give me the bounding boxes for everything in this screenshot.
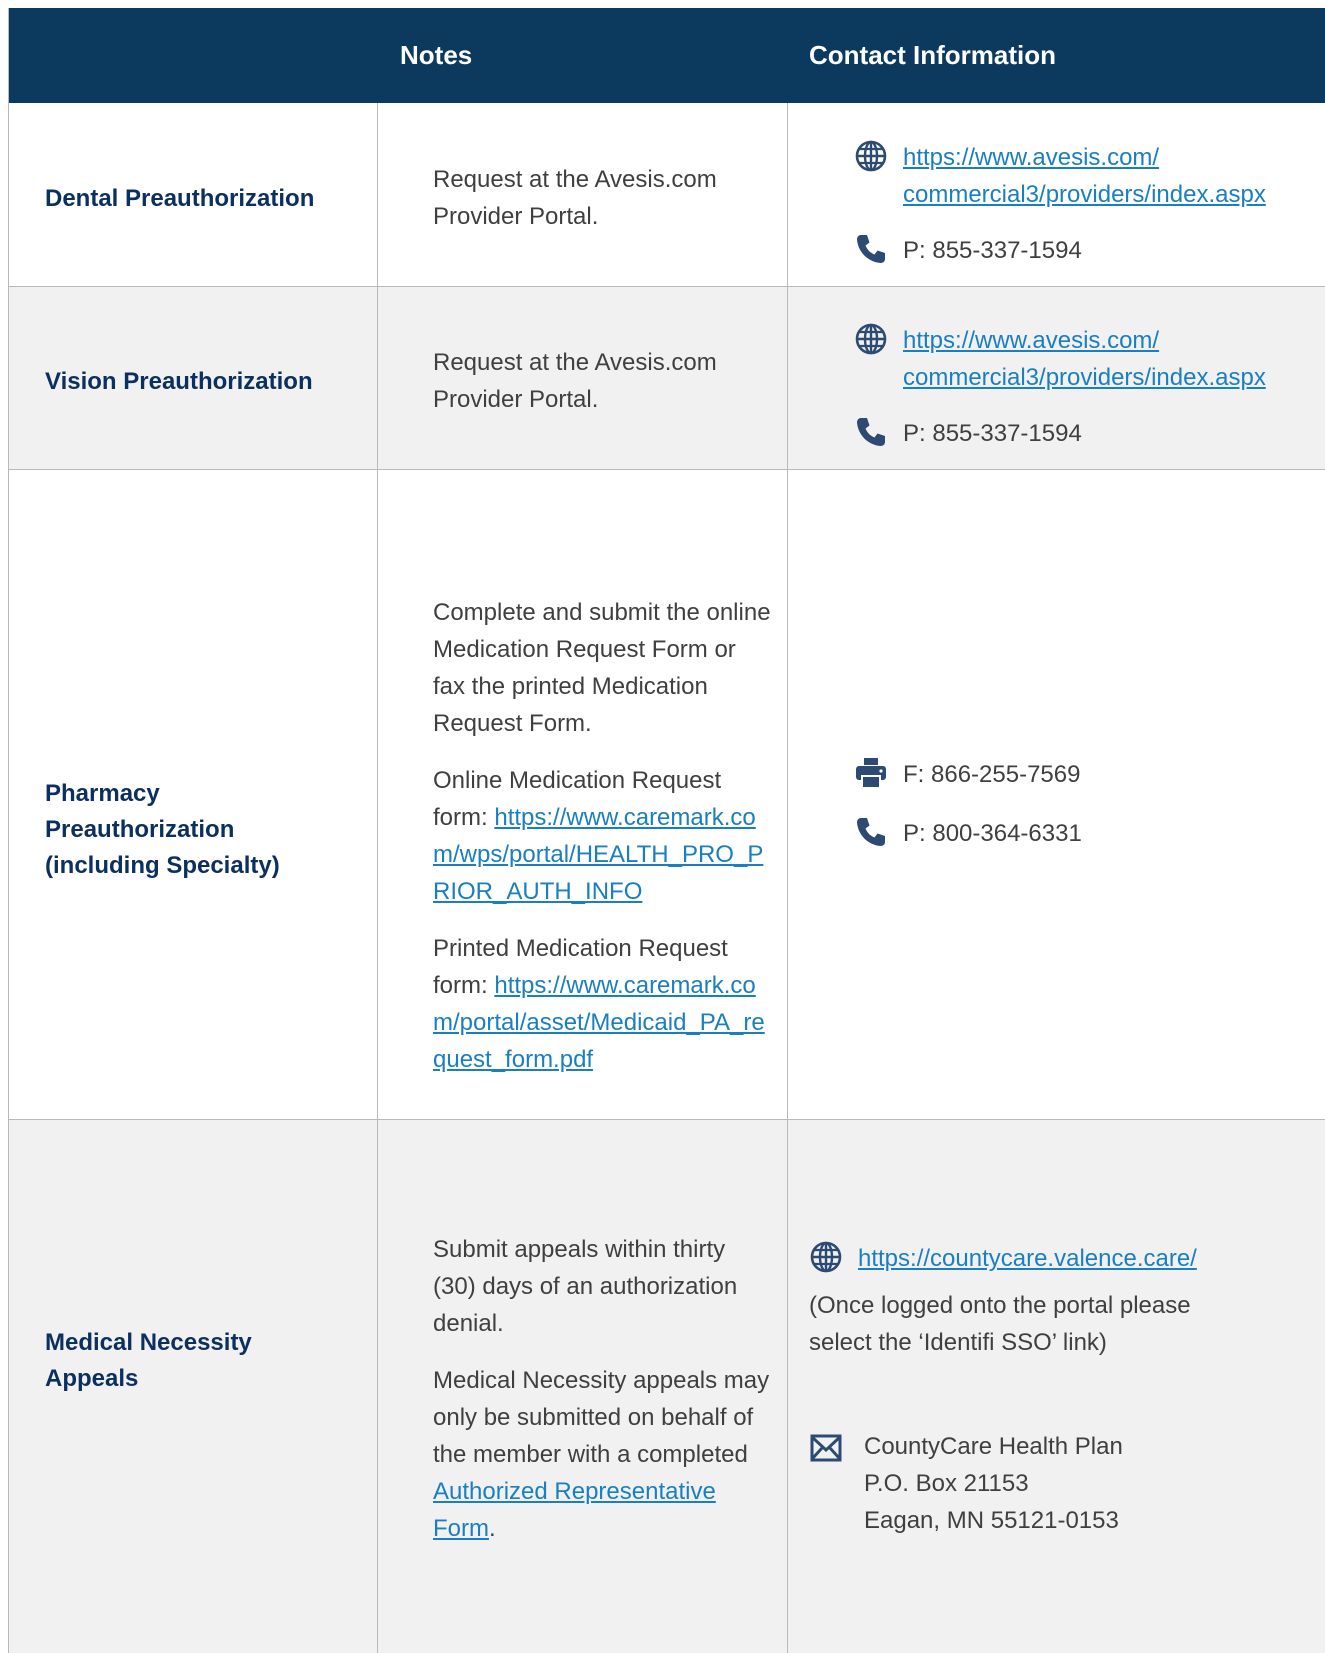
mail-icon [810, 1434, 842, 1462]
note-paragraph: Medical Necessity appeals may only be su… [433, 1367, 770, 1542]
website-link[interactable]: https://countycare.valence.care/ [858, 1240, 1278, 1277]
column-divider [787, 103, 788, 1653]
phone-icon [857, 235, 885, 263]
globe-icon [855, 323, 887, 355]
phone-number: P: 800-364-6331 [903, 820, 1082, 847]
table-header: Notes Contact Information [9, 8, 1325, 103]
phone-icon [857, 818, 885, 846]
table-row-vision: Vision Preauthorization Request at the A… [9, 287, 1325, 470]
service-name: Dental Preauthorization [45, 185, 315, 212]
fax-number: F: 866-255-7569 [903, 761, 1081, 788]
mailing-address: CountyCare Health Plan P.O. Box 21153 Ea… [864, 1433, 1123, 1534]
note-paragraph: Printed Medication Request form: https:/… [433, 935, 765, 1073]
contact-column-header: Contact Information [809, 40, 1056, 70]
service-name: Medical Necessity Appeals [45, 1329, 252, 1392]
fax-icon [856, 758, 886, 789]
contact-table: Notes Contact Information Dental Preauth… [8, 8, 1325, 1653]
note-paragraph: Complete and submit the online Medicatio… [433, 599, 771, 737]
phone-number: P: 855-337-1594 [903, 237, 1082, 264]
globe-icon [855, 140, 887, 172]
phone-number: P: 855-337-1594 [903, 420, 1082, 447]
note-paragraph: Online Medication Request form: https://… [433, 767, 764, 905]
service-name: Pharmacy Preauthorization (including Spe… [45, 780, 280, 879]
authorized-representative-form-link[interactable]: Authorized Representative Form [433, 1478, 716, 1542]
website-link[interactable]: https://www.avesis.com/ commercial3/prov… [903, 139, 1323, 213]
table-row-dental: Dental Preauthorization Request at the A… [9, 103, 1325, 287]
note-text: Request at the Avesis.com Provider Porta… [433, 166, 717, 230]
note-text: Submit appeals within thirty (30) days o… [433, 1231, 773, 1567]
column-divider [377, 103, 378, 1653]
note-paragraph: Submit appeals within thirty (30) days o… [433, 1236, 738, 1337]
note-text: Request at the Avesis.com Provider Porta… [433, 349, 717, 413]
phone-icon [857, 418, 885, 446]
service-name: Vision Preauthorization [45, 368, 313, 395]
notes-column-header: Notes [400, 40, 473, 70]
portal-note: (Once logged onto the portal please sele… [809, 1292, 1191, 1356]
globe-icon [810, 1241, 842, 1273]
table-row-pharmacy: Pharmacy Preauthorization (including Spe… [9, 470, 1325, 1120]
note-text: Complete and submit the online Medicatio… [433, 594, 773, 1098]
website-link[interactable]: https://www.avesis.com/ commercial3/prov… [903, 322, 1323, 396]
table-row-appeals: Medical Necessity Appeals Submit appeals… [9, 1120, 1325, 1653]
